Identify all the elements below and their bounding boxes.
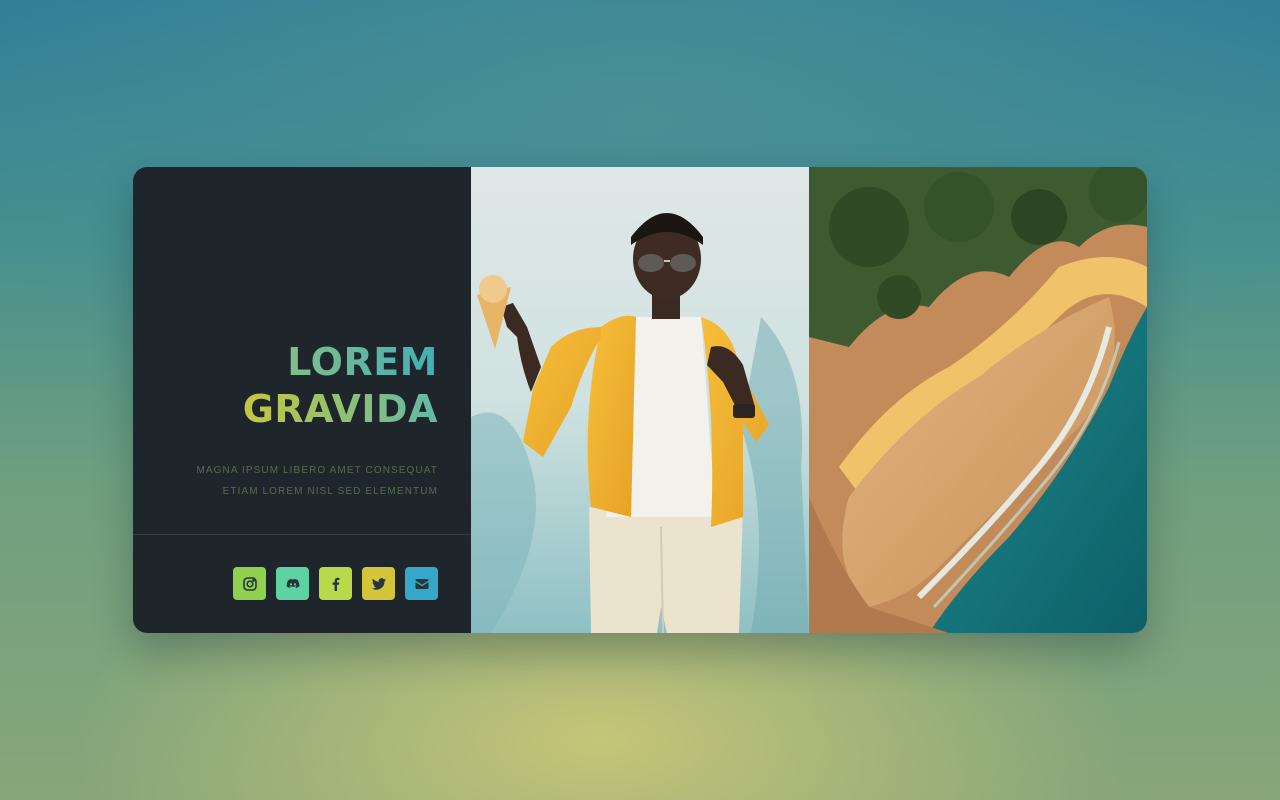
info-panel: LOREM GRAVIDA MAGNA IPSUM LIBERO AMET CO… bbox=[133, 167, 471, 633]
person-photo-image bbox=[471, 167, 809, 633]
facebook-icon bbox=[332, 577, 339, 591]
hero-card: LOREM GRAVIDA MAGNA IPSUM LIBERO AMET CO… bbox=[133, 167, 1147, 633]
hero-title-line2: GRAVIDA bbox=[242, 387, 438, 431]
twitter-icon bbox=[371, 577, 386, 590]
twitter-button[interactable] bbox=[362, 567, 395, 600]
discord-button[interactable] bbox=[276, 567, 309, 600]
email-button[interactable] bbox=[405, 567, 438, 600]
email-icon bbox=[415, 578, 428, 589]
instagram-button[interactable] bbox=[233, 567, 266, 600]
hero-subtitle-line2: ETIAM LOREM NISL SED ELEMENTUM bbox=[222, 486, 438, 497]
hero-title-line1: LOREM bbox=[243, 339, 438, 386]
photo-person-yellow-jacket bbox=[471, 167, 809, 633]
hero-subtitle: MAGNA IPSUM LIBERO AMET CONSEQUAT ETIAM … bbox=[196, 460, 438, 502]
facebook-button[interactable] bbox=[319, 567, 352, 600]
beach-photo-image bbox=[809, 167, 1147, 633]
photo-aerial-beach bbox=[809, 167, 1147, 633]
instagram-icon bbox=[242, 576, 257, 591]
hero-title: LOREM GRAVIDA bbox=[243, 339, 438, 433]
discord-icon bbox=[286, 578, 299, 588]
hero-subtitle-line1: MAGNA IPSUM LIBERO AMET CONSEQUAT bbox=[196, 465, 438, 476]
social-links bbox=[233, 567, 438, 600]
divider bbox=[133, 534, 471, 535]
